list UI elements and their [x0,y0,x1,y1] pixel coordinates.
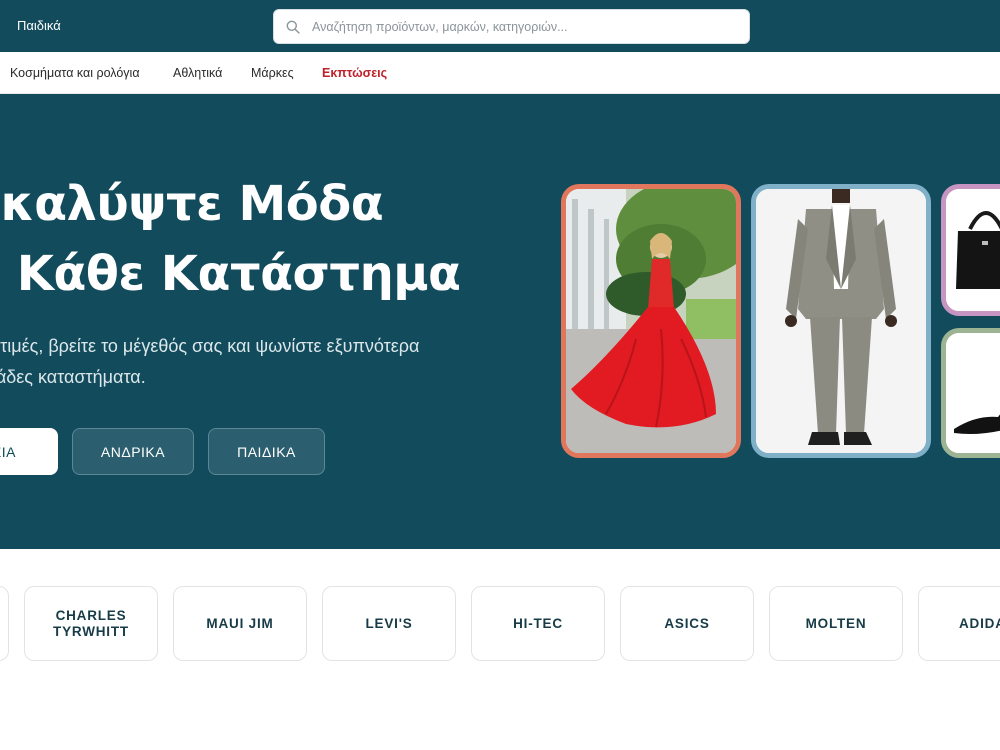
search-input[interactable] [312,10,742,43]
brand-card-partial[interactable] [0,586,9,661]
black-shoe-image[interactable] [941,328,1000,458]
category-link-brands[interactable]: Μάρκες [251,66,294,80]
women-button[interactable]: ΚΕΙΑ [0,428,58,475]
hero-subtitle-line1: τε τιμές, βρείτε το μέγεθός σας και ψωνί… [0,336,420,356]
hero-title-line2: ό Κάθε Κατάστημα [0,246,461,302]
brand-card-levis[interactable]: LEVI'S [322,586,456,661]
red-dress-image[interactable] [561,184,741,458]
top-bar: Παιδικά [0,0,1000,52]
search-icon [286,20,300,34]
brand-card-hi-tec[interactable]: HI-TEC [471,586,605,661]
category-link-sales[interactable]: Εκπτώσεις [322,66,387,80]
men-button[interactable]: ΑΝΔΡΙΚΑ [72,428,194,475]
category-link-sports[interactable]: Αθλητικά [173,66,222,80]
brand-card-charles-tyrwhitt[interactable]: CHARLES TYRWHITT [24,586,158,661]
brand-card-adidas[interactable]: ADIDAS [918,586,1000,661]
category-link-jewelry[interactable]: Κοσμήματα και ρολόγια [10,66,140,80]
nav-link-kids[interactable]: Παιδικά [17,18,61,33]
black-bag-image[interactable] [941,184,1000,316]
hero-subtitle-line2: ντάδες καταστήματα. [0,367,146,387]
hero-banner: ακαλύψτε Μόδα ό Κάθε Κατάστημα τε τιμές,… [0,94,1000,549]
hero-title-line1: ακαλύψτε Μόδα [0,176,384,232]
grey-suit-image[interactable] [751,184,931,458]
brand-card-molten[interactable]: MOLTEN [769,586,903,661]
category-nav: Κοσμήματα και ρολόγια Αθλητικά Μάρκες Εκ… [0,52,1000,94]
kids-button[interactable]: ΠΑΙΔΙΚΑ [208,428,325,475]
brand-card-asics[interactable]: ASICS [620,586,754,661]
page: Παιδικά Κοσμήματα και ρολόγια Αθλητικά Μ… [0,0,1000,750]
search-box[interactable] [273,9,750,44]
brand-card-maui-jim[interactable]: MAUI JIM [173,586,307,661]
